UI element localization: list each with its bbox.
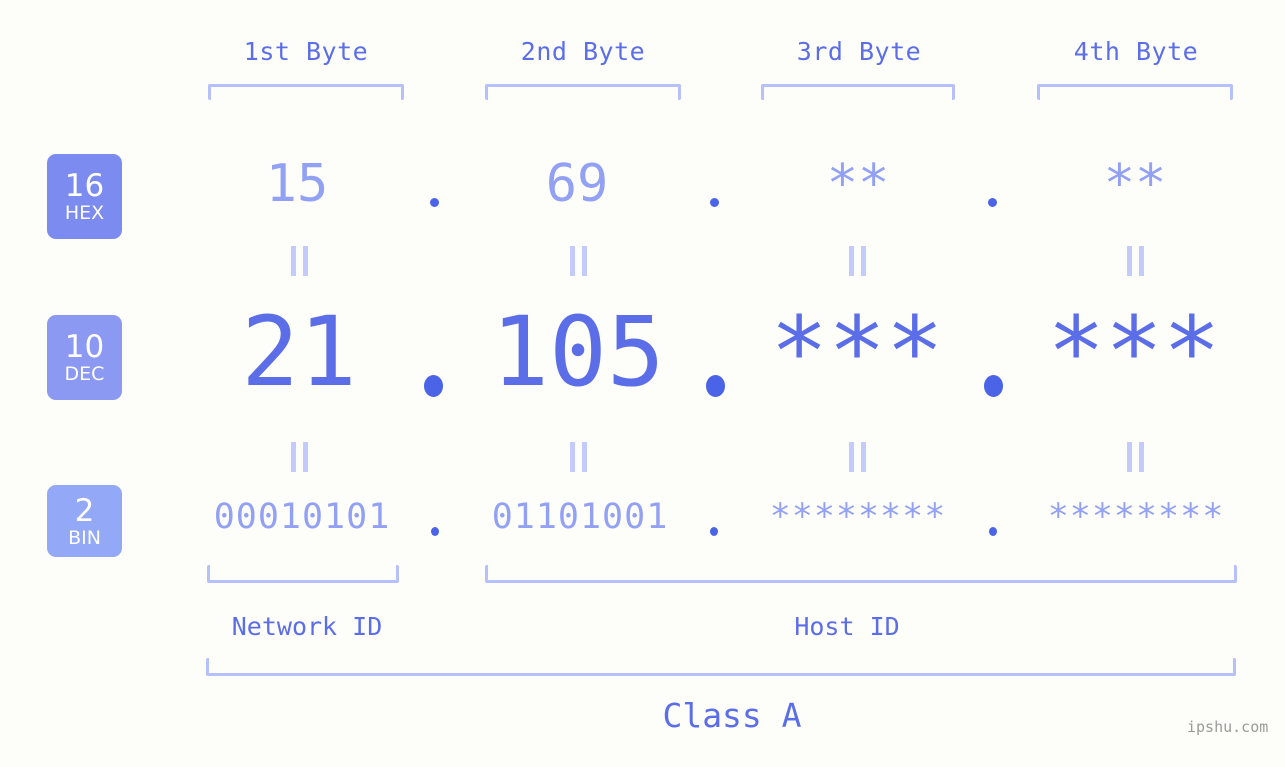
base-badge-bin-unit: BIN: [68, 526, 101, 549]
dec-separator-dot-2: [706, 375, 725, 397]
bin-separator-dot-3: [989, 527, 997, 536]
hex-separator-dot-1: [430, 198, 439, 207]
equals-mark-hex-dec-4: [1127, 246, 1145, 276]
bin-separator-dot-1: [431, 527, 439, 536]
base-badge-bin: 2 BIN: [47, 485, 122, 557]
base-badge-hex: 16 HEX: [47, 154, 122, 239]
base-badge-bin-number: 2: [74, 492, 95, 529]
host-id-label: Host ID: [794, 612, 900, 641]
host-id-bracket: [485, 565, 1237, 583]
dec-separator-dot-3: [984, 375, 1003, 397]
network-id-bracket: [207, 565, 399, 583]
dec-byte-1: 21: [241, 296, 357, 408]
dec-byte-2: 105: [491, 296, 665, 408]
base-badge-dec-number: 10: [64, 329, 105, 365]
hex-byte-2: 69: [545, 154, 609, 214]
hex-separator-dot-2: [710, 198, 719, 207]
byte-bracket-top-2: [485, 84, 681, 100]
class-label: Class A: [662, 696, 802, 735]
byte-header-2: 2nd Byte: [520, 37, 646, 66]
dec-byte-4: ***: [1047, 296, 1221, 408]
hex-byte-1: 15: [265, 154, 329, 214]
hex-byte-4: **: [1103, 154, 1167, 214]
equals-mark-dec-bin-1: [291, 442, 309, 472]
byte-header-4: 4th Byte: [1073, 37, 1199, 66]
bin-byte-3: ********: [769, 497, 947, 537]
hex-separator-dot-3: [988, 198, 997, 207]
class-bracket: [206, 658, 1236, 676]
base-badge-dec: 10 DEC: [47, 315, 122, 400]
network-id-label: Network ID: [231, 612, 383, 641]
bin-byte-4: ********: [1047, 497, 1225, 537]
base-badge-hex-number: 16: [64, 168, 105, 204]
equals-mark-hex-dec-2: [570, 246, 588, 276]
hex-byte-3: **: [826, 154, 890, 214]
equals-mark-dec-bin-2: [570, 442, 588, 472]
equals-mark-hex-dec-1: [291, 246, 309, 276]
dec-byte-3: ***: [770, 296, 944, 408]
equals-mark-hex-dec-3: [849, 246, 867, 276]
byte-header-3: 3rd Byte: [796, 37, 922, 66]
base-badge-dec-unit: DEC: [64, 363, 105, 385]
byte-bracket-top-3: [761, 84, 955, 100]
bin-byte-2: 01101001: [491, 497, 669, 537]
equals-mark-dec-bin-3: [849, 442, 867, 472]
bin-separator-dot-2: [710, 527, 718, 536]
byte-bracket-top-1: [208, 84, 404, 100]
byte-header-1: 1st Byte: [243, 37, 369, 66]
byte-bracket-top-4: [1037, 84, 1233, 100]
equals-mark-dec-bin-4: [1127, 442, 1145, 472]
bin-byte-1: 00010101: [213, 497, 391, 537]
dec-separator-dot-1: [424, 375, 443, 397]
ip-address-diagram: 1st Byte 2nd Byte 3rd Byte 4th Byte 16 H…: [0, 0, 1285, 767]
watermark: ipshu.com: [1187, 718, 1269, 736]
base-badge-hex-unit: HEX: [64, 202, 105, 224]
